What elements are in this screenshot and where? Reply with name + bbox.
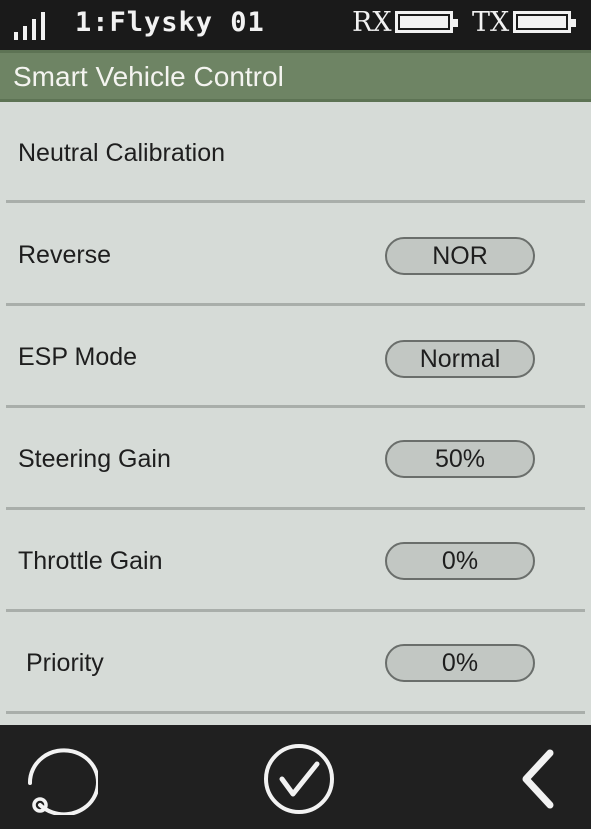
throttle-gain-value-button[interactable]: 0% (385, 542, 535, 580)
setting-label: Reverse (18, 241, 112, 269)
steering-gain-value-button[interactable]: 50% (385, 440, 535, 478)
esp-mode-value-button[interactable]: Normal (385, 340, 535, 378)
title-bar: Smart Vehicle Control (0, 50, 591, 102)
setting-row-reverse[interactable]: Reverse NOR (0, 203, 591, 306)
setting-row-throttle-gain[interactable]: Throttle Gain 0% (0, 509, 591, 612)
tx-battery-icon (513, 11, 576, 33)
confirm-icon[interactable] (262, 743, 336, 815)
setting-row-steering-gain[interactable]: Steering Gain 50% (0, 407, 591, 510)
setting-label: Throttle Gain (18, 547, 163, 575)
setting-label: ESP Mode (18, 343, 138, 371)
back-icon[interactable] (512, 743, 562, 815)
setting-label: Neutral Calibration (18, 139, 226, 167)
page-title: Smart Vehicle Control (13, 61, 284, 92)
reverse-value-button[interactable]: NOR (385, 237, 535, 275)
divider (6, 711, 585, 714)
reset-icon[interactable] (18, 743, 98, 815)
settings-list: Neutral Calibration Reverse NOR ESP Mode… (0, 102, 591, 725)
rx-battery-icon (395, 11, 458, 33)
setting-label: Steering Gain (18, 445, 171, 473)
bottom-toolbar (0, 725, 591, 829)
rx-label: RX (352, 7, 392, 38)
model-name: 1:Flysky 01 (75, 7, 265, 38)
setting-row-esp-mode[interactable]: ESP Mode Normal (0, 305, 591, 408)
tx-label: TX (472, 7, 510, 38)
setting-row-priority[interactable]: Priority 0% (0, 611, 591, 714)
setting-label: Priority (26, 649, 104, 677)
priority-value-button[interactable]: 0% (385, 644, 535, 682)
signal-strength-icon (14, 10, 54, 40)
status-bar: 1:Flysky 01 RX TX (0, 0, 591, 50)
setting-row-neutral-calibration[interactable]: Neutral Calibration (0, 102, 591, 204)
radio-screen: 1:Flysky 01 RX TX Smart Vehicle Control … (0, 0, 591, 829)
